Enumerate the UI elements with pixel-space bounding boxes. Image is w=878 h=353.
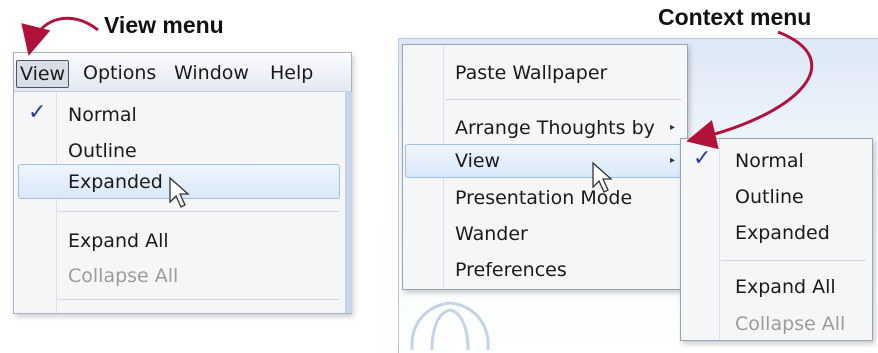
menu-item-preferences[interactable]: Preferences [455, 256, 567, 284]
menu-bar-options[interactable]: Options [80, 60, 159, 88]
view-dropdown-menu: ✓ Normal Outline Expanded Expand All Col… [14, 92, 346, 313]
check-icon: ✓ [28, 100, 47, 125]
submenu-item-expand-all[interactable]: Expand All [735, 273, 836, 301]
submenu-arrow-icon: ▸ [670, 122, 676, 133]
callout-arrow-icon [21, 16, 99, 56]
menu-separator [721, 260, 866, 261]
menu-item-expanded[interactable]: Expanded [68, 168, 163, 196]
submenu-item-expanded[interactable]: Expanded [735, 219, 830, 247]
menu-item-collapse-all: Collapse All [68, 265, 179, 287]
menu-separator [445, 99, 681, 100]
menu-item-paste-wallpaper[interactable]: Paste Wallpaper [455, 59, 607, 87]
menu-item-highlight [405, 144, 685, 178]
menu-separator [58, 211, 339, 212]
submenu-item-outline[interactable]: Outline [735, 183, 804, 211]
menu-bar-window[interactable]: Window [171, 60, 252, 88]
context-menu: Paste Wallpaper Arrange Thoughts by ▸ Vi… [402, 44, 688, 290]
view-menu-callout-label: View menu [104, 12, 224, 38]
submenu-arrow-icon: ▸ [670, 155, 676, 166]
menu-item-view[interactable]: View [455, 147, 500, 175]
submenu-item-collapse-all: Collapse All [735, 313, 846, 335]
menu-item-outline[interactable]: Outline [68, 137, 137, 165]
menu-separator [58, 299, 339, 300]
window-edge [346, 92, 352, 313]
menu-item-arrange-thoughts-by[interactable]: Arrange Thoughts by [455, 114, 655, 142]
menu-bar-view[interactable]: View [16, 60, 70, 88]
menu-item-wander[interactable]: Wander [455, 220, 528, 248]
menu-item-normal[interactable]: Normal [68, 101, 137, 129]
menu-bar-help[interactable]: Help [267, 60, 316, 88]
menu-item-expand-all[interactable]: Expand All [68, 227, 169, 255]
check-icon: ✓ [693, 146, 712, 171]
menu-bar: View Options Window Help [14, 53, 351, 92]
view-menu-window: View Options Window Help ✓ Normal Outlin… [13, 52, 352, 314]
context-menu-callout-label: Context menu [658, 4, 812, 30]
menu-item-presentation-mode[interactable]: Presentation Mode [455, 184, 632, 212]
submenu-item-normal[interactable]: Normal [735, 147, 804, 175]
menu-item-highlight [18, 164, 340, 199]
view-submenu: ✓ Normal Outline Expanded Expand All Col… [680, 138, 873, 341]
